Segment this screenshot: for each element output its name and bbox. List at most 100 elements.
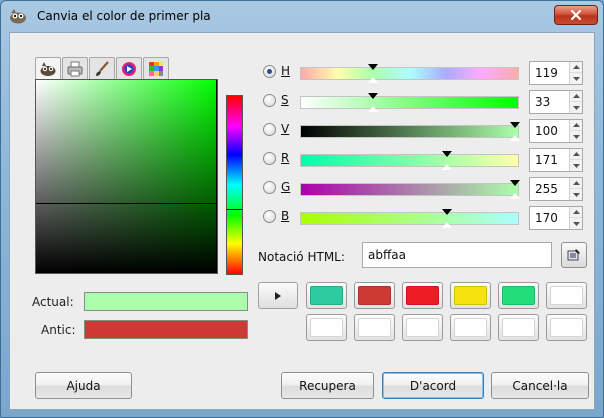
radio-s[interactable] — [263, 94, 276, 107]
history-swatch — [454, 318, 487, 337]
tab-wheel-selector[interactable] — [116, 57, 142, 79]
history-color-button[interactable] — [498, 314, 539, 341]
spin-buttons — [569, 91, 582, 113]
history-swatch — [406, 286, 439, 305]
spin-value-h[interactable]: 119 — [535, 66, 558, 80]
slider-v[interactable] — [300, 122, 520, 141]
brush-icon — [96, 60, 109, 76]
reset-button[interactable]: Recupera — [281, 372, 374, 399]
slider-marker-r-bottom — [442, 164, 452, 170]
radio-g[interactable] — [263, 181, 276, 194]
color-wheel-icon — [122, 61, 136, 76]
close-button[interactable] — [554, 5, 598, 25]
history-swatch — [454, 286, 487, 305]
slider-h[interactable] — [300, 64, 519, 83]
slider-marker-v[interactable] — [510, 122, 520, 128]
tab-palette-selector[interactable] — [143, 57, 169, 79]
tab-watercolor-selector[interactable] — [89, 57, 115, 79]
spin-down-button[interactable] — [570, 160, 582, 171]
history-color-button[interactable] — [402, 282, 443, 309]
spin-v[interactable]: 100 — [529, 119, 583, 143]
palette-icon — [149, 61, 163, 76]
tab-cmyk-selector[interactable] — [62, 57, 88, 79]
arrow-down-icon — [572, 105, 580, 110]
history-swatch — [406, 318, 439, 337]
channel-row-b: B 170 — [260, 206, 590, 230]
dialog-window: Canvia el color de primer pla Actual: An… — [0, 0, 604, 418]
history-color-button[interactable] — [306, 282, 347, 309]
spin-buttons — [569, 149, 582, 171]
slider-marker-g[interactable] — [510, 180, 520, 186]
spin-up-button[interactable] — [570, 62, 582, 73]
radio-dot — [267, 69, 272, 74]
history-color-button[interactable] — [354, 314, 395, 341]
spin-s[interactable]: 33 — [529, 90, 583, 114]
history-swatch — [310, 318, 343, 337]
current-color-label: Actual: — [32, 295, 74, 309]
help-button[interactable]: Ajuda — [35, 372, 132, 399]
radio-v[interactable] — [263, 123, 276, 136]
history-color-button[interactable] — [450, 282, 491, 309]
spin-down-button[interactable] — [570, 189, 582, 200]
slider-s[interactable] — [300, 93, 519, 112]
history-color-button[interactable] — [546, 282, 587, 309]
spin-up-button[interactable] — [570, 207, 582, 218]
spin-down-button[interactable] — [570, 102, 582, 113]
cancel-button[interactable]: Cancel·la — [491, 372, 589, 399]
slider-marker-r[interactable] — [442, 151, 452, 157]
color-picker-button[interactable] — [561, 242, 587, 268]
spin-g[interactable]: 255 — [529, 177, 583, 201]
channel-row-r: R 171 — [260, 148, 590, 172]
spin-value-r[interactable]: 171 — [535, 153, 558, 167]
slider-marker-s[interactable] — [368, 93, 378, 99]
radio-h[interactable] — [263, 65, 276, 78]
window-title: Canvia el color de primer pla — [37, 9, 211, 23]
slider-marker-b[interactable] — [442, 209, 452, 215]
radio-r[interactable] — [263, 152, 276, 165]
spin-value-g[interactable]: 255 — [535, 182, 558, 196]
spin-h[interactable]: 119 — [529, 61, 583, 85]
slider-marker-h[interactable] — [368, 64, 378, 70]
ok-button[interactable]: D'acord — [382, 372, 484, 399]
old-color-label: Antic: — [41, 323, 76, 337]
arrow-down-icon — [572, 134, 580, 139]
history-color-button[interactable] — [306, 314, 347, 341]
slider-r[interactable] — [300, 151, 519, 170]
spin-buttons — [569, 120, 582, 142]
spin-down-button[interactable] — [570, 73, 582, 84]
history-color-button[interactable] — [354, 282, 395, 309]
history-color-button[interactable] — [498, 282, 539, 309]
history-color-button[interactable] — [402, 314, 443, 341]
spin-up-button[interactable] — [570, 120, 582, 131]
old-color-swatch[interactable] — [84, 320, 248, 339]
history-color-button[interactable] — [450, 314, 491, 341]
slider-g[interactable] — [300, 180, 520, 199]
history-color-button[interactable] — [546, 314, 587, 341]
history-swatch — [502, 318, 535, 337]
saturation-value-square[interactable] — [35, 79, 218, 274]
channel-row-v: V 100 — [260, 119, 590, 143]
slider-marker-b-bottom — [442, 222, 452, 228]
spin-r[interactable]: 171 — [529, 148, 583, 172]
spin-down-button[interactable] — [570, 131, 582, 142]
spin-value-b[interactable]: 170 — [535, 211, 558, 225]
spin-value-v[interactable]: 100 — [535, 124, 558, 138]
sv-crosshair-horizontal — [36, 203, 217, 204]
spin-b[interactable]: 170 — [529, 206, 583, 230]
spin-down-button[interactable] — [570, 218, 582, 229]
spin-up-button[interactable] — [570, 149, 582, 160]
tab-gimp-selector[interactable] — [35, 57, 61, 80]
slider-b[interactable] — [300, 209, 519, 228]
spin-up-button[interactable] — [570, 178, 582, 189]
add-to-history-button[interactable] — [258, 282, 298, 309]
current-color-swatch — [84, 292, 248, 311]
html-notation-input[interactable]: abffaa — [362, 242, 552, 268]
spin-up-button[interactable] — [570, 91, 582, 102]
arrow-down-icon — [572, 192, 580, 197]
radio-b[interactable] — [263, 210, 276, 223]
hue-strip[interactable] — [226, 95, 243, 275]
spin-buttons — [569, 178, 582, 200]
arrow-down-icon — [572, 221, 580, 226]
spin-value-s[interactable]: 33 — [535, 95, 550, 109]
title-bar[interactable]: Canvia el color de primer pla — [1, 1, 603, 31]
